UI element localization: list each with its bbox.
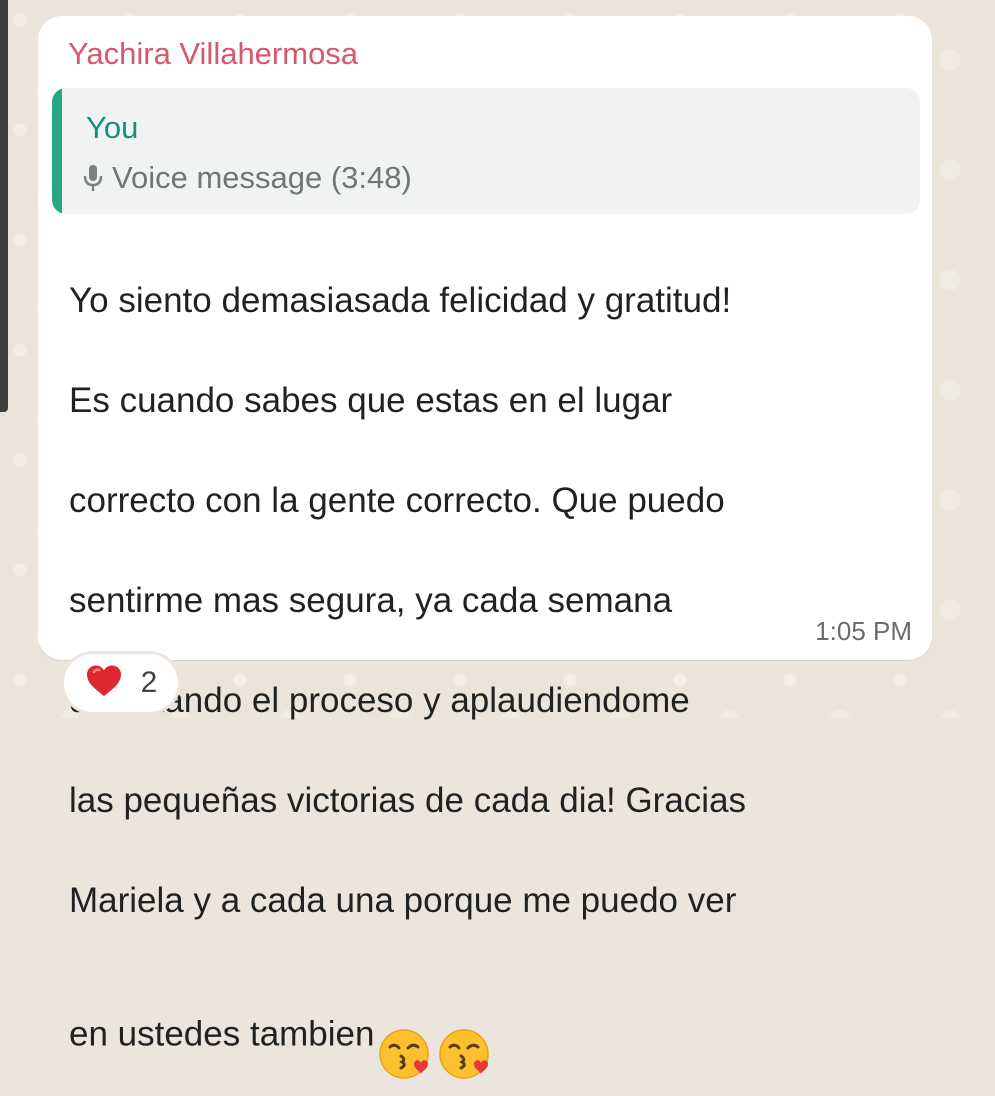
quoted-voice-message-label: Voice message (3:48)	[112, 160, 412, 195]
red-heart-icon	[85, 664, 123, 703]
quoted-author: You	[86, 110, 139, 145]
message-line: Mariela y a cada una porque me puedo ver	[69, 881, 737, 920]
sender-name[interactable]: Yachira Villahermosa	[68, 36, 358, 72]
face-blowing-kiss-emoji	[438, 976, 494, 1096]
quoted-content: Voice message (3:48)	[82, 160, 412, 196]
quoted-reply[interactable]: You Voice message (3:48)	[52, 88, 920, 214]
scroll-edge-bar	[0, 0, 8, 412]
incoming-message-bubble[interactable]: Yachira Villahermosa You Voice message (…	[38, 16, 932, 1079]
message-body: Yo siento demasiasada felicidad y gratit…	[69, 226, 899, 1096]
message-line: sentirme mas segura, ya cada semana	[69, 581, 673, 620]
message-line: en ustedes tambien	[69, 1014, 375, 1054]
message-line: correcto con la gente correcto. Que pued…	[69, 481, 725, 520]
face-blowing-kiss-emoji	[378, 976, 434, 1096]
message-line: las pequeñas victorias de cada dia! Grac…	[69, 781, 747, 820]
reaction-badge[interactable]: 2	[64, 654, 178, 712]
message-line: Es cuando sabes que estas en el lugar	[69, 381, 673, 420]
quote-accent-bar	[52, 88, 62, 214]
message-line: Yo siento demasiasada felicidad y gratit…	[69, 281, 732, 320]
reaction-count: 2	[140, 666, 158, 699]
microphone-icon	[82, 163, 104, 193]
message-timestamp: 1:05 PM	[815, 616, 912, 646]
